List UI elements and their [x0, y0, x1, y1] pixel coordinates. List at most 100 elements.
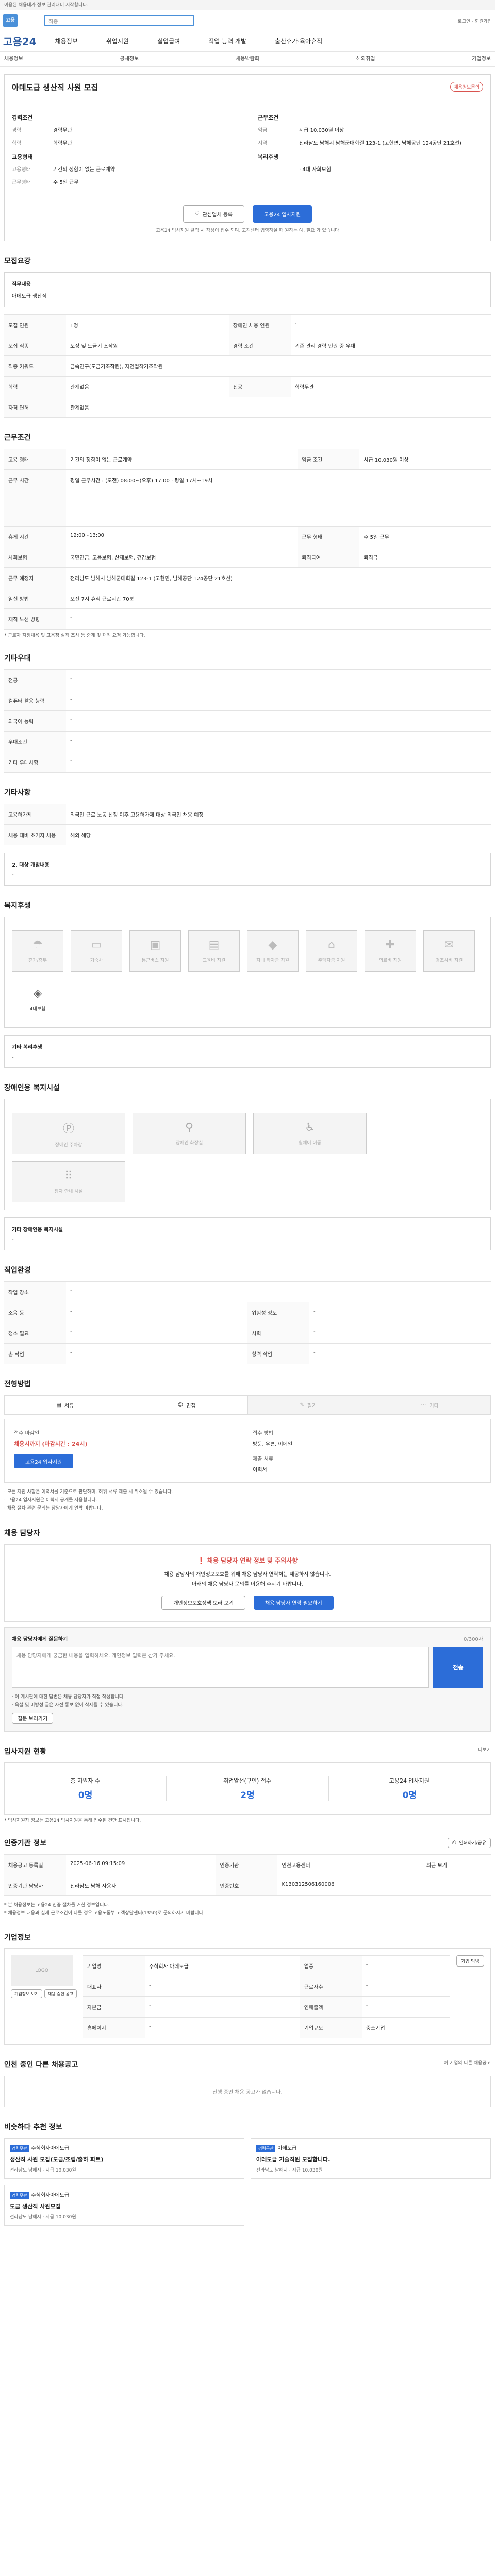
qa-counter: 0/300자 [463, 1636, 483, 1642]
row-label: 인증번호 [216, 1874, 278, 1896]
qa-more-button[interactable]: 질문 보러가기 [12, 1712, 54, 1724]
welfare-label: 통근버스 지원 [141, 958, 169, 963]
welfare-label: 휴가/휴무 [28, 958, 47, 963]
row-label: 홈페이지 [82, 2017, 145, 2039]
section-title: 장애인용 복지시설 [4, 1084, 60, 1092]
stat-label: 총 지원자 수 [5, 1776, 167, 1785]
send-button[interactable]: 전송 [433, 1646, 483, 1688]
section-title: 복지후생 [4, 902, 31, 910]
step-written: ✎ 필기 [248, 1396, 370, 1414]
brand-logo[interactable]: 고용 [3, 14, 18, 27]
recommend-tag: 경력무관 [10, 2192, 29, 2199]
company-visit-button[interactable]: 기업 탐방 [456, 1955, 484, 1967]
status-header: 입사지원 현황 더보기 [4, 1746, 491, 1756]
recommend-card[interactable]: 경력무관 주식회사아데도급 생산직 사원 모집(도금/조립/출하 파트) 전라남도… [4, 2138, 244, 2179]
row-label: 고용 형태 [4, 449, 66, 470]
row-extra[interactable]: 최근 보기 [422, 1854, 491, 1875]
recommend-company: 아데도급 [277, 2146, 297, 2152]
other-jobs-link[interactable]: 이 기업의 다른 채용공고 [444, 2059, 491, 2070]
row-value: 12:00~13:00 [66, 526, 298, 547]
apply-method: 접수 방법 방문, 우편, 이메일 제출 서류 이력서 [253, 1429, 481, 1473]
section-title: 입사지원 현황 [4, 1747, 47, 1756]
row-label: 작업 장소 [4, 1281, 66, 1302]
field-value: 시급 10,030원 이상 [299, 128, 344, 133]
search-input[interactable]: 직종 [44, 15, 194, 26]
gnb-item-support[interactable]: 취업지원 [106, 37, 129, 45]
subnav-item[interactable]: 공채정보 [120, 52, 139, 66]
parking-icon: Ⓟ [62, 1122, 74, 1136]
status-box: 총 지원자 수 0명 취업알선(구인) 접수 2명 고용24 입사지원 0명 [4, 1762, 491, 1815]
qa-textarea[interactable] [12, 1646, 429, 1688]
document-icon: ▤ [56, 1402, 61, 1408]
row-value: 오전 7시 휴식 근로시간 70분 [66, 588, 491, 609]
company-info-button[interactable]: 기업정보 보기 [11, 1989, 42, 1999]
other-jobs-header: 인천 중인 다른 채용공고 이 기업의 다른 채용공고 [4, 2059, 491, 2070]
apply-button[interactable]: 고용24 입사지원 [253, 205, 312, 223]
group-label: 경력조건 [12, 114, 33, 121]
warning-title: ❗ 채용 담당자 연락 정보 및 주의사항 [16, 1556, 479, 1565]
section-title: 기업정보 [4, 1934, 31, 1942]
row-label: 우대조건 [4, 731, 66, 752]
welfare-label: 경조사비 지원 [435, 958, 463, 963]
table-row: 학력 관계없음 전공 학력무관 [4, 376, 491, 397]
row-extra [422, 1874, 491, 1896]
method-value: 방문, 우편, 이메일 [253, 1442, 293, 1447]
row-value: 인천고용센터 [277, 1854, 422, 1875]
site-logo[interactable]: 고용24 [3, 33, 37, 48]
gnb-item-recruit[interactable]: 채용정보 [55, 37, 78, 45]
gnb-item-training[interactable]: 직업 능력 개발 [208, 37, 246, 45]
subnav-item[interactable]: 해외취업 [356, 52, 375, 66]
row-label: 학력 [4, 376, 66, 397]
welfare-card: ▭ 기숙사 [71, 930, 122, 972]
qa-box: 채용 담당자에게 질문하기 0/300자 전송 · 이 게시판에 대한 답변은 … [4, 1626, 491, 1732]
row-value: - [66, 690, 491, 711]
row-label: 시력 [248, 1323, 309, 1344]
recommend-tag: 경력무관 [10, 2145, 29, 2153]
gnb-item-leave[interactable]: 출산휴가·육아휴직 [275, 37, 322, 45]
table-row: 임신 방법 오전 7시 휴식 근로시간 70분 [4, 588, 491, 609]
welfare-label: 4대보험 [29, 1007, 46, 1012]
login-links[interactable]: 로그인 · 회원가입 [457, 18, 492, 24]
house-icon: ⌂ [328, 939, 335, 952]
print-share-button[interactable]: ⎙ 인쇄하기/공유 [448, 1837, 491, 1848]
group-label: 고용형태 [12, 154, 33, 160]
company-jobs-button[interactable]: 채용 중인 공고 [44, 1989, 77, 1999]
table-row: 작업 장소 - [4, 1281, 491, 1302]
section-title: 직업환경 [4, 1266, 31, 1275]
row-label: 모집 인원 [4, 314, 66, 335]
disabled-welfare-box: Ⓟ 장애인 주차장 ⚲ 장애인 화장실 ♿ 휠체어 이동 ⠿ 점자 안내 시설 [4, 1099, 491, 1210]
gnb-item-unemployment[interactable]: 실업급여 [157, 37, 180, 45]
row-value: - [309, 1302, 491, 1323]
welfare-label: 의료비 지원 [378, 958, 402, 963]
row-label: 인증기관 [216, 1854, 278, 1875]
welfare-etc-box: 기타 복리후생 - [4, 1035, 491, 1068]
recruit-table: 모집 인원 1명 장애인 채용 인원 - 모집 직종 도장 및 도금기 조작원 경력 조건… [4, 314, 491, 418]
summary-grid: 경력조건 경력 경력무관 학력 학력무관 고용형태 고용형태 기간의 정함이 없는 근… [12, 107, 483, 191]
row-value: 관계없음 [66, 397, 491, 418]
row-value: 전라남도 남해 사용자 [66, 1874, 216, 1896]
scrap-button[interactable]: ♡ 관심업체 등록 [183, 205, 245, 223]
summary-left: 경력조건 경력 경력무관 학력 학력무관 고용형태 고용형태 기간의 정함이 없는 근… [12, 107, 237, 191]
table-row: 고용허가제 외국인 근로 노동 신청 이후 고용허가제 대상 외국인 채용 예정 [4, 804, 491, 825]
inquiry-badge[interactable]: 채용정보문의 [450, 82, 483, 92]
subnav-item[interactable]: 기업정보 [472, 52, 491, 66]
subnav-item[interactable]: 채용정보 [4, 52, 23, 66]
status-more-link[interactable]: 더보기 [478, 1746, 491, 1756]
warning-text: 채용 담당자 연락 정보 및 주의사항 [207, 1556, 298, 1564]
contact-request-button[interactable]: 채용 담당자 연락 필요하기 [254, 1595, 334, 1610]
recommend-card[interactable]: 경력무관 아데도급 아데도급 기술직원 모집합니다. 전라남도 남해시 · 시급 … [251, 2138, 491, 2179]
row-value: 학력무관 [290, 376, 491, 397]
qa-title: 채용 담당자에게 질문하기 [12, 1636, 68, 1642]
person-icon: ☺ [177, 1402, 184, 1408]
row-value: 외국인 근로 노동 신청 이후 고용허가제 대상 외국인 채용 예정 [66, 804, 491, 825]
table-row: 자본금 - 연매출액 - [82, 1996, 451, 2018]
recommend-card[interactable]: 경력무관 주식회사아데도급 도금 생산직 사원모집 전라남도 남해시 · 시급 1… [4, 2185, 244, 2226]
apply-button-2[interactable]: 고용24 입사지원 [14, 1454, 74, 1468]
disabled-welfare-card: ⠿ 점자 안내 시설 [12, 1161, 125, 1202]
privacy-policy-button[interactable]: 개인정보보호정책 보러 보기 [161, 1595, 245, 1610]
row-value: - [144, 1996, 300, 2018]
subnav-item[interactable]: 채용박람회 [236, 52, 259, 66]
welfare-card: ⌂ 주택자금 지원 [306, 930, 357, 972]
field-value: 경력무관 [53, 128, 72, 133]
bed-icon: ▭ [91, 939, 102, 952]
